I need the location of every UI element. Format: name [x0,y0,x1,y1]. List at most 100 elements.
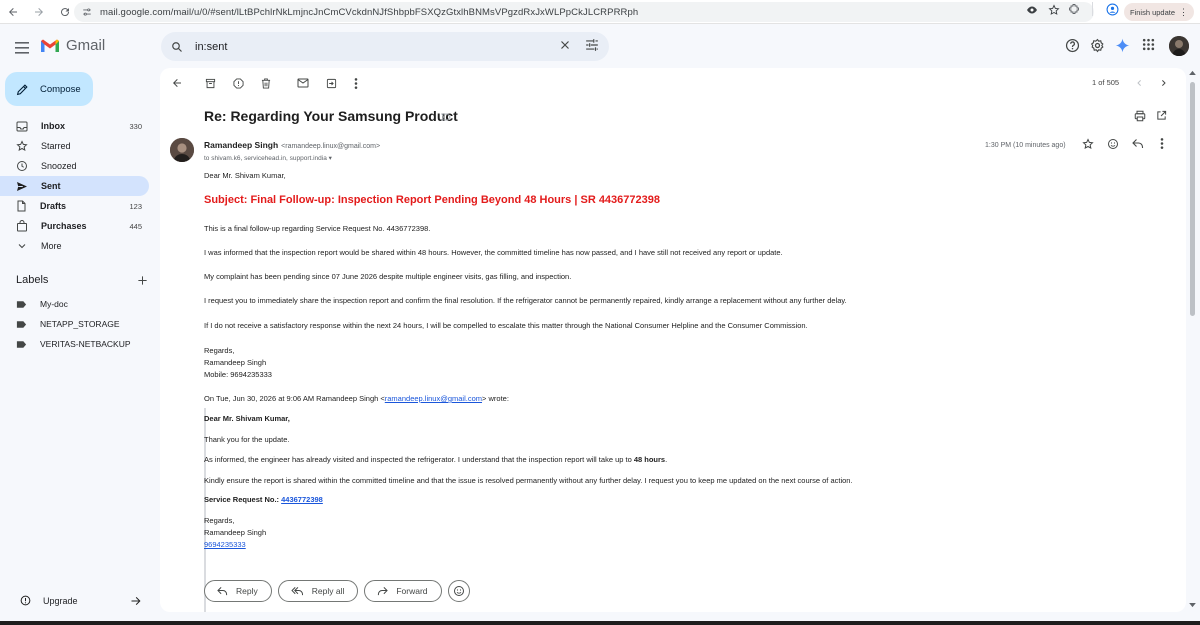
reply-button[interactable]: Reply [204,580,272,602]
extensions-icon[interactable] [1068,3,1080,15]
emoji-reaction-button[interactable] [447,580,470,602]
label-item-my-doc[interactable]: My-doc [0,294,152,314]
back-to-list-icon[interactable] [168,74,186,92]
label-tag-icon [16,320,27,329]
reply-arrow-icon[interactable] [1132,138,1144,149]
recipients-line[interactable]: to shivam.k6, servicehead.in, support.in… [204,154,332,162]
gmail-m-icon [40,38,60,53]
open-in-new-window-icon[interactable] [1156,110,1167,121]
eye-icon[interactable] [1026,4,1038,16]
quote-email-link[interactable]: ramandeep.linux@gmail.com [385,394,482,403]
sidebar-item-sent[interactable]: Sent [0,176,149,196]
message-more-icon[interactable] [1160,138,1164,149]
print-icon[interactable] [1134,110,1146,122]
archive-icon[interactable] [201,74,219,92]
arrow-right-icon[interactable] [130,595,142,607]
clock-icon [16,160,28,172]
sidebar-item-more[interactable]: More [0,236,152,256]
message-time: 1:30 PM (10 minutes ago) [985,142,1066,149]
reload-icon[interactable] [54,1,76,23]
star-message-icon[interactable] [1082,138,1094,150]
search-icon[interactable] [171,41,183,53]
quoted-sr-link[interactable]: 4436772398 [281,495,323,504]
label-item-netapp-storage[interactable]: NETAPP_STORAGE [0,314,152,334]
finish-update-button[interactable]: Finish update ⋮ [1124,3,1194,21]
paragraph: My complaint has been pending since 07 J… [204,272,572,281]
trash-icon[interactable] [257,74,275,92]
more-options-icon[interactable] [347,74,365,92]
storage-icon [20,595,31,606]
star-icon [16,140,28,152]
bookmark-star-icon[interactable] [1048,4,1060,16]
shopping-bag-icon [16,220,28,232]
add-label-icon[interactable] [137,275,148,286]
sidebar-item-label: Snoozed [41,161,77,171]
quoted-informed-bold: 48 hours [633,455,666,464]
sidebar-item-snoozed[interactable]: Snoozed [0,156,152,176]
quoted-ensure: Kindly ensure the report is shared withi… [204,476,853,485]
site-settings-icon[interactable] [82,7,92,17]
search-input[interactable] [195,40,525,53]
scroll-down-arrow-icon[interactable] [1189,603,1196,608]
forward-arrow-icon[interactable] [28,1,50,23]
search-options-icon[interactable] [585,39,599,51]
clear-search-icon[interactable] [559,39,571,51]
quoted-informed-suffix: . [665,455,668,464]
scrollbar-thumb[interactable] [1190,82,1195,316]
upgrade-label: Upgrade [43,595,78,606]
help-icon[interactable] [1065,38,1080,53]
recipients-dropdown-icon[interactable]: ▾ [329,155,332,162]
sidebar-item-label: More [41,241,62,251]
main-menu-icon[interactable] [12,38,32,58]
label-tag-icon [16,340,27,349]
upgrade-link[interactable]: Upgrade [20,595,142,606]
sidebar-item-label: Purchases [41,221,87,231]
account-avatar[interactable] [1169,36,1189,56]
browser-toolbar: mail.google.com/mail/u/0/#sent/lLtBPchlr… [0,0,1200,24]
settings-gear-icon[interactable] [1090,38,1105,53]
quote-suffix: > wrote: [482,394,509,403]
scroll-up-arrow-icon[interactable] [1189,70,1196,75]
app-name: Gmail [66,37,106,54]
add-reaction-icon[interactable] [1107,138,1119,150]
older-chevron-icon[interactable] [1154,74,1172,92]
sender-line: Ramandeep Singh <ramandeep.linux@gmail.co… [204,140,380,150]
sidebar-item-inbox[interactable]: Inbox 330 [0,116,152,136]
profile-icon[interactable] [1106,3,1119,16]
move-to-icon[interactable] [322,74,340,92]
quoted-greeting: Dear Mr. Shivam Kumar, [204,414,290,423]
message-toolbar: 1 of 505 [160,74,1186,92]
label-item-veritas-netbackup[interactable]: VERITAS-NETBACKUP [0,334,152,354]
forward-button[interactable]: Forward [364,580,442,602]
sender-name[interactable]: Ramandeep Singh [204,140,278,150]
newer-chevron-icon[interactable] [1130,74,1148,92]
divider-icon [1092,2,1094,16]
apps-grid-icon[interactable] [1142,38,1155,51]
quoted-informed: As informed, the engineer has already vi… [204,455,667,464]
forward-icon [377,586,389,596]
signature-regards: Regards, [204,346,235,355]
important-marker-icon[interactable] [441,113,451,121]
back-arrow-icon[interactable] [2,1,24,23]
gmail-logo[interactable]: Gmail [40,37,105,54]
compose-button[interactable]: Compose [5,72,93,106]
mark-unread-icon[interactable] [294,74,312,92]
search-bar[interactable] [161,32,609,61]
sidebar-item-starred[interactable]: Starred [0,136,152,156]
sidebar-item-label: Drafts [40,201,67,211]
paragraph: I was informed that the inspection repor… [204,248,783,257]
pencil-icon [16,83,29,96]
address-bar[interactable]: mail.google.com/mail/u/0/#sent/lLtBPchlr… [74,2,1094,22]
sidebar-item-drafts[interactable]: Drafts 123 [0,196,152,216]
highlighted-subject: Subject: Final Follow-up: Inspection Rep… [204,194,660,206]
paragraph: This is a final follow-up regarding Serv… [204,224,431,233]
sender-avatar[interactable] [170,138,194,162]
report-spam-icon[interactable] [229,74,247,92]
sidebar-item-label: Starred [41,141,71,151]
gemini-sparkle-icon[interactable] [1115,38,1130,53]
reply-all-button[interactable]: Reply all [277,580,359,602]
sidebar-item-purchases[interactable]: Purchases 445 [0,216,152,236]
quoted-phone-link[interactable]: 9694235333 [204,540,246,549]
label-name: VERITAS-NETBACKUP [40,339,131,349]
label-name: My-doc [40,299,68,309]
